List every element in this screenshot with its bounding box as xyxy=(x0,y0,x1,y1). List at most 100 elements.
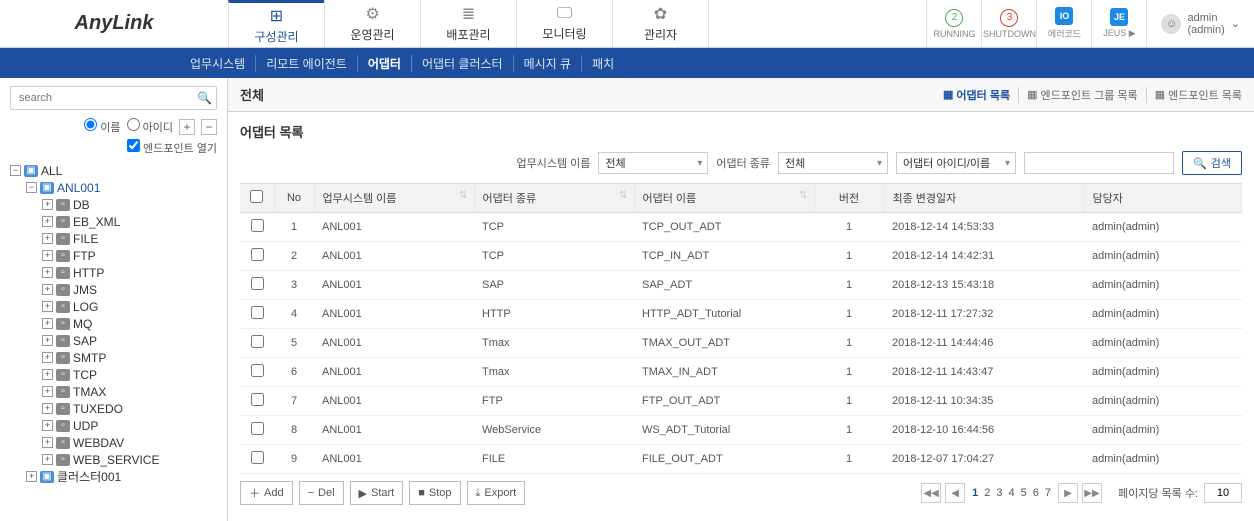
tree-item-file[interactable]: +▫FILE xyxy=(42,230,217,247)
row-checkbox[interactable] xyxy=(251,306,264,319)
tab-4[interactable]: ✿관리자 xyxy=(612,0,708,47)
tree-expand-button[interactable]: + xyxy=(179,119,195,135)
search-button[interactable]: 🔍검색 xyxy=(1182,151,1242,175)
status-errorcode[interactable]: IO 에러코드 xyxy=(1036,0,1091,47)
search-input[interactable] xyxy=(15,92,197,104)
row-checkbox[interactable] xyxy=(251,364,264,377)
status-running[interactable]: 2 RUNNING xyxy=(926,0,981,47)
stop-button[interactable]: ■Stop xyxy=(409,481,460,505)
page-4[interactable]: 4 xyxy=(1005,487,1017,499)
col-ver[interactable]: 버전 xyxy=(814,184,884,213)
plus-icon[interactable]: + xyxy=(42,386,53,397)
plus-icon[interactable]: + xyxy=(42,216,53,227)
tree-item-mq[interactable]: +▫MQ xyxy=(42,315,217,332)
subnav-4[interactable]: 메시지 큐 xyxy=(514,55,583,72)
filter-text-input[interactable] xyxy=(1024,152,1174,174)
page-7[interactable]: 7 xyxy=(1042,487,1054,499)
plus-icon[interactable]: + xyxy=(42,335,53,346)
tree-item-smtp[interactable]: +▫SMTP xyxy=(42,349,217,366)
row-checkbox[interactable] xyxy=(251,277,264,290)
filter-idname-select[interactable]: 어댑터 아이디/이름 xyxy=(896,152,1016,174)
page-1[interactable]: 1 xyxy=(969,487,981,499)
plus-icon[interactable]: + xyxy=(42,199,53,210)
tree-item-http[interactable]: +▫HTTP xyxy=(42,264,217,281)
pager-last[interactable]: ▶▶ xyxy=(1082,483,1102,503)
table-row[interactable]: 9ANL001FILEFILE_OUT_ADT12018-12-07 17:04… xyxy=(240,445,1242,474)
page-5[interactable]: 5 xyxy=(1018,487,1030,499)
tree-item-eb_xml[interactable]: +▫EB_XML xyxy=(42,213,217,230)
subnav-2[interactable]: 어댑터 xyxy=(358,55,412,72)
table-row[interactable]: 3ANL001SAPSAP_ADT12018-12-13 15:43:18adm… xyxy=(240,271,1242,300)
add-button[interactable]: ＋Add xyxy=(240,481,293,505)
table-row[interactable]: 6ANL001TmaxTMAX_IN_ADT12018-12-11 14:43:… xyxy=(240,358,1242,387)
tab-2[interactable]: ≣배포관리 xyxy=(420,0,516,47)
tree-item-log[interactable]: +▫LOG xyxy=(42,298,217,315)
plus-icon[interactable]: + xyxy=(42,318,53,329)
tree-item-tuxedo[interactable]: +▫TUXEDO xyxy=(42,400,217,417)
radio-id[interactable]: 아이디 xyxy=(127,118,173,135)
col-no[interactable]: No xyxy=(274,184,314,213)
col-name[interactable]: 어댑터 이름⇅ xyxy=(634,184,814,213)
plus-icon[interactable]: + xyxy=(42,233,53,244)
tab-3[interactable]: 🖵모니터링 xyxy=(516,0,612,47)
del-button[interactable]: −Del xyxy=(299,481,344,505)
tree-item-udp[interactable]: +▫UDP xyxy=(42,417,217,434)
row-checkbox[interactable] xyxy=(251,219,264,232)
subnav-3[interactable]: 어댑터 클러스터 xyxy=(412,55,514,72)
table-row[interactable]: 8ANL001WebServiceWS_ADT_Tutorial12018-12… xyxy=(240,416,1242,445)
view-link-0[interactable]: ▦ 어댑터 목록 xyxy=(935,87,1010,103)
view-link-1[interactable]: ▦ 엔드포인트 그룹 목록 xyxy=(1018,87,1138,103)
export-button[interactable]: ⤓Export xyxy=(467,481,526,505)
tab-0[interactable]: ⊞구성관리 xyxy=(228,0,324,47)
pager-first[interactable]: ◀◀ xyxy=(921,483,941,503)
filter-type-select[interactable]: 전체 xyxy=(778,152,888,174)
plus-icon[interactable]: + xyxy=(42,301,53,312)
col-type[interactable]: 어댑터 종류⇅ xyxy=(474,184,634,213)
minus-icon[interactable]: − xyxy=(10,165,21,176)
start-button[interactable]: ▶Start xyxy=(350,481,404,505)
sidebar-search[interactable]: 🔍 xyxy=(10,86,217,110)
pager-prev[interactable]: ◀ xyxy=(945,483,965,503)
table-row[interactable]: 4ANL001HTTPHTTP_ADT_Tutorial12018-12-11 … xyxy=(240,300,1242,329)
search-icon[interactable]: 🔍 xyxy=(197,91,212,105)
row-checkbox[interactable] xyxy=(251,451,264,464)
plus-icon[interactable]: + xyxy=(26,471,37,482)
col-owner[interactable]: 담당자 xyxy=(1084,184,1242,213)
row-checkbox[interactable] xyxy=(251,248,264,261)
tree-item-ftp[interactable]: +▫FTP xyxy=(42,247,217,264)
plus-icon[interactable]: + xyxy=(42,403,53,414)
tree-item-jms[interactable]: +▫JMS xyxy=(42,281,217,298)
tree-item-web_service[interactable]: +▫WEB_SERVICE xyxy=(42,451,217,468)
plus-icon[interactable]: + xyxy=(42,250,53,261)
plus-icon[interactable]: + xyxy=(42,437,53,448)
pager-next[interactable]: ▶ xyxy=(1058,483,1078,503)
tree-anl001[interactable]: −▣ANL001 xyxy=(26,179,217,196)
subnav-1[interactable]: 리모트 에이전트 xyxy=(256,55,358,72)
row-checkbox[interactable] xyxy=(251,393,264,406)
tree-cluster[interactable]: +▣클러스터001 xyxy=(26,468,217,485)
user-menu[interactable]: ☺ admin (admin) ⌄ xyxy=(1146,0,1254,47)
select-all-checkbox[interactable] xyxy=(250,190,263,203)
status-shutdown[interactable]: 3 SHUTDOWN xyxy=(981,0,1036,47)
table-row[interactable]: 5ANL001TmaxTMAX_OUT_ADT12018-12-11 14:44… xyxy=(240,329,1242,358)
table-row[interactable]: 1ANL001TCPTCP_OUT_ADT12018-12-14 14:53:3… xyxy=(240,213,1242,242)
row-checkbox[interactable] xyxy=(251,422,264,435)
tree-item-webdav[interactable]: +▫WEBDAV xyxy=(42,434,217,451)
perpage-input[interactable] xyxy=(1204,483,1242,503)
minus-icon[interactable]: − xyxy=(26,182,37,193)
tree-item-tcp[interactable]: +▫TCP xyxy=(42,366,217,383)
tree-root[interactable]: −▣ALL xyxy=(10,162,217,179)
view-link-2[interactable]: ▦ 엔드포인트 목록 xyxy=(1146,87,1242,103)
tree-item-db[interactable]: +▫DB xyxy=(42,196,217,213)
endpoint-open-checkbox[interactable]: 엔드포인트 열기 xyxy=(127,139,217,156)
plus-icon[interactable]: + xyxy=(42,267,53,278)
plus-icon[interactable]: + xyxy=(42,284,53,295)
status-jeus[interactable]: JE JEUS ▶ xyxy=(1091,0,1146,47)
plus-icon[interactable]: + xyxy=(42,454,53,465)
radio-name[interactable]: 이름 xyxy=(84,118,120,135)
tree-collapse-button[interactable]: − xyxy=(201,119,217,135)
plus-icon[interactable]: + xyxy=(42,352,53,363)
page-3[interactable]: 3 xyxy=(993,487,1005,499)
subnav-5[interactable]: 패치 xyxy=(582,55,624,72)
plus-icon[interactable]: + xyxy=(42,420,53,431)
